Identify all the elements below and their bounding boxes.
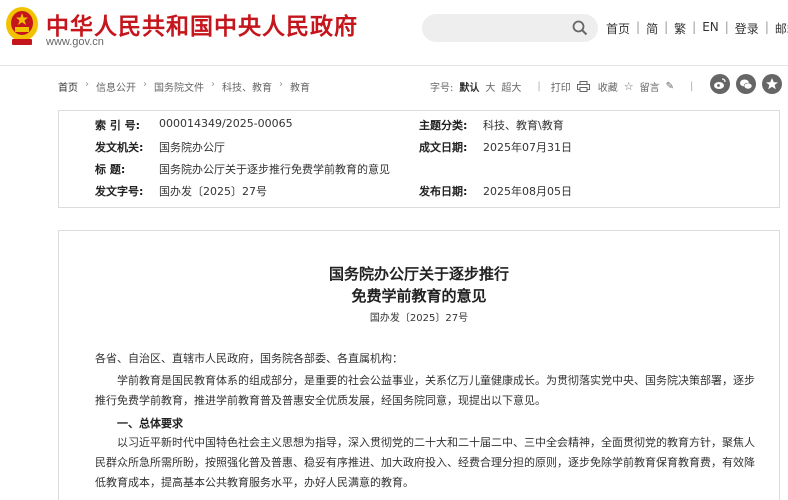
breadcrumb-info-public[interactable]: 信息公开 — [96, 79, 136, 94]
printer-icon[interactable] — [576, 81, 590, 92]
nav-traditional[interactable]: 繁 — [674, 20, 686, 37]
document-number: 国办发〔2025〕27号 — [369, 313, 469, 324]
favorite-button[interactable]: 收藏 — [598, 79, 618, 94]
star-icon[interactable]: ☆ — [624, 80, 634, 93]
breadcrumb-state-council-docs[interactable]: 国务院文件 — [154, 79, 204, 94]
site-url: www.gov.cn — [46, 36, 104, 48]
document-info-panel: 索 引 号: 000014349/2025-00065 主题分类: 科技、教育\… — [58, 110, 780, 208]
topic-value: 科技、教育\教育 — [483, 119, 564, 132]
comment-button[interactable]: 留言 — [640, 79, 660, 94]
pencil-icon[interactable]: ✎ — [666, 81, 674, 92]
site-header: 中华人民共和国中央人民政府 www.gov.cn 首页 | 简 | 繁 | EN… — [0, 0, 788, 66]
weibo-icon[interactable] — [710, 74, 730, 94]
doc-number-label: 发文字号: — [95, 185, 144, 198]
info-row: 索 引 号: 000014349/2025-00065 主题分类: 科技、教育\… — [59, 117, 779, 139]
info-row: 发文字号: 国办发〔2025〕27号 发布日期: 2025年08月05日 — [59, 183, 779, 205]
share-buttons — [710, 74, 788, 94]
topic-label: 主题分类: — [419, 119, 468, 132]
info-row: 发文机关: 国务院办公厅 成文日期: 2025年07月31日 — [59, 139, 779, 161]
search-input[interactable] — [422, 14, 598, 42]
breadcrumb: 首页 › 信息公开 › 国务院文件 › 科技、教育 › 教育 — [58, 79, 310, 94]
nav-simplified[interactable]: 简 — [646, 20, 658, 37]
breadcrumb-bar: 首页 › 信息公开 › 国务院文件 › 科技、教育 › 教育 字号: 默认 大 … — [58, 72, 788, 98]
document-title-line1: 国务院办公厅关于逐步推行 — [328, 265, 509, 283]
qzone-icon[interactable] — [762, 74, 782, 94]
chevron-right-icon: › — [211, 79, 215, 90]
chevron-right-icon: › — [279, 79, 283, 90]
paragraph-general-requirements: 以习近平新时代中国特色社会主义思想为指导，深入贯彻党的二十大和二十届二中、三中全… — [95, 436, 755, 489]
font-size-label: 字号: — [430, 83, 454, 94]
salutation: 各省、自治区、直辖市人民政府，国务院各部委、各直属机构： — [95, 352, 403, 365]
doc-number-value: 国办发〔2025〕27号 — [159, 185, 267, 198]
info-row: 标 题: 国务院办公厅关于逐步推行免费学前教育的意见 — [59, 161, 779, 183]
title-label: 标 题: — [95, 163, 126, 176]
chevron-right-icon: › — [143, 79, 147, 90]
national-emblem-logo[interactable] — [4, 4, 40, 48]
document-title-line2: 免费学前教育的意见 — [351, 287, 487, 305]
chevron-right-icon: › — [85, 79, 89, 90]
page-tools: 字号: 默认 大 超大 | 打印 收藏 ☆ 留言 ✎ | — [430, 79, 694, 94]
issuer-label: 发文机关: — [95, 141, 144, 154]
breadcrumb-home[interactable]: 首页 — [58, 79, 78, 94]
nav-mail[interactable]: 邮箱 — [775, 20, 788, 37]
top-nav: 首页 | 简 | 繁 | EN | 登录 | 邮箱 — [606, 20, 788, 37]
index-number-label: 索 引 号: — [95, 119, 141, 132]
publish-date-label: 发布日期: — [419, 185, 468, 198]
breadcrumb-education[interactable]: 教育 — [290, 79, 310, 94]
search-icon[interactable] — [572, 20, 588, 36]
breadcrumb-sci-edu[interactable]: 科技、教育 — [222, 79, 272, 94]
written-date-label: 成文日期: — [419, 141, 468, 154]
wechat-icon[interactable] — [736, 74, 756, 94]
paragraph-intro: 学前教育是国民教育体系的组成部分，是重要的社会公益事业，关系亿万儿童健康成长。为… — [95, 374, 755, 407]
nav-login[interactable]: 登录 — [735, 20, 759, 37]
index-number-value: 000014349/2025-00065 — [159, 117, 293, 130]
print-button[interactable]: 打印 — [551, 79, 571, 94]
font-size-large[interactable]: 大 — [485, 79, 495, 94]
font-size-xlarge[interactable]: 超大 — [501, 79, 521, 94]
nav-home[interactable]: 首页 — [606, 20, 630, 37]
font-size-default[interactable]: 默认 — [459, 79, 479, 94]
issuer-value: 国务院办公厅 — [159, 141, 225, 154]
publish-date-value: 2025年08月05日 — [483, 185, 572, 198]
nav-english[interactable]: EN — [702, 20, 719, 37]
title-value: 国务院办公厅关于逐步推行免费学前教育的意见 — [159, 163, 390, 176]
document-content: 国务院办公厅关于逐步推行 免费学前教育的意见 国办发〔2025〕27号 各省、自… — [58, 230, 780, 500]
written-date-value: 2025年07月31日 — [483, 141, 572, 154]
section-heading: 一、总体要求 — [117, 417, 183, 430]
